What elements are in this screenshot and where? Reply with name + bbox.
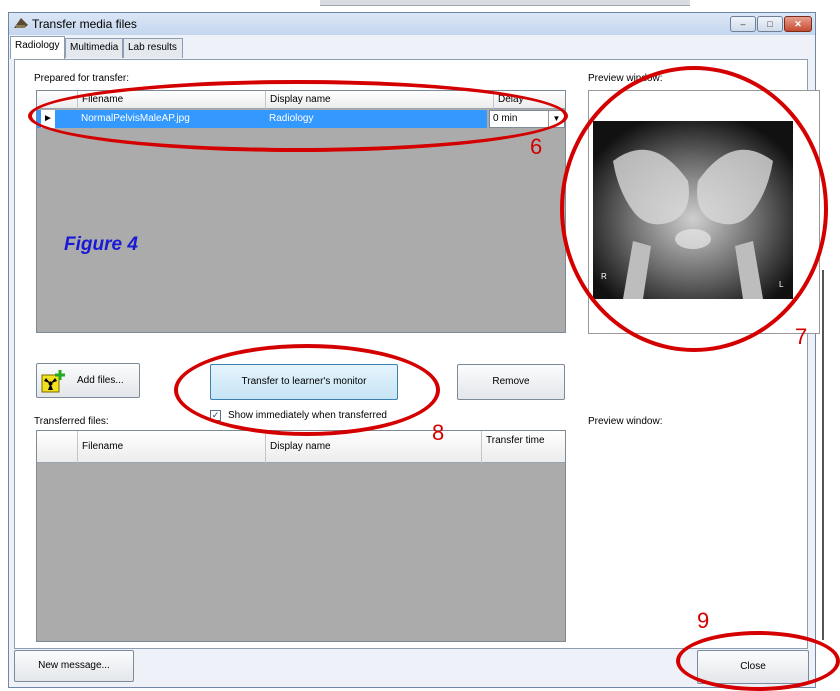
add-files-label: Add files... bbox=[77, 375, 124, 386]
background-bar bbox=[320, 0, 690, 6]
col-filename[interactable]: Filename bbox=[77, 431, 261, 463]
window-title: Transfer media files bbox=[32, 17, 137, 31]
prepared-label: Prepared for transfer: bbox=[34, 73, 130, 84]
minimize-button[interactable]: – bbox=[730, 16, 756, 32]
close-window-button[interactable]: ✕ bbox=[784, 16, 812, 32]
annotation-oval-9 bbox=[676, 631, 840, 691]
annotation-number-9: 9 bbox=[697, 608, 710, 633]
tab-radiology[interactable]: Radiology bbox=[10, 36, 65, 59]
col-transfer-time[interactable]: Transfer time bbox=[481, 431, 551, 463]
annotation-number-7: 7 bbox=[795, 324, 808, 349]
tab-multimedia[interactable]: Multimedia bbox=[65, 38, 123, 58]
annotation-oval-8 bbox=[174, 344, 440, 436]
radiation-add-icon bbox=[41, 369, 65, 393]
figure-caption: Figure 4 bbox=[64, 234, 138, 255]
tab-lab-results[interactable]: Lab results bbox=[123, 38, 183, 58]
transferred-grid[interactable]: Filename Display name Transfer time bbox=[36, 430, 566, 642]
preview-label-bottom: Preview window: bbox=[588, 416, 663, 427]
add-files-button[interactable]: Add files... bbox=[36, 363, 140, 398]
annotation-oval-6 bbox=[28, 80, 568, 152]
annotation-number-6: 6 bbox=[530, 134, 543, 159]
maximize-button[interactable]: □ bbox=[757, 16, 783, 32]
panel-edge bbox=[822, 270, 824, 640]
new-message-button[interactable]: New message... bbox=[14, 650, 134, 682]
app-icon bbox=[13, 16, 29, 30]
annotation-number-8: 8 bbox=[432, 420, 445, 445]
transferred-label: Transferred files: bbox=[34, 416, 109, 427]
remove-button[interactable]: Remove bbox=[457, 364, 565, 400]
annotation-oval-7 bbox=[560, 66, 828, 352]
